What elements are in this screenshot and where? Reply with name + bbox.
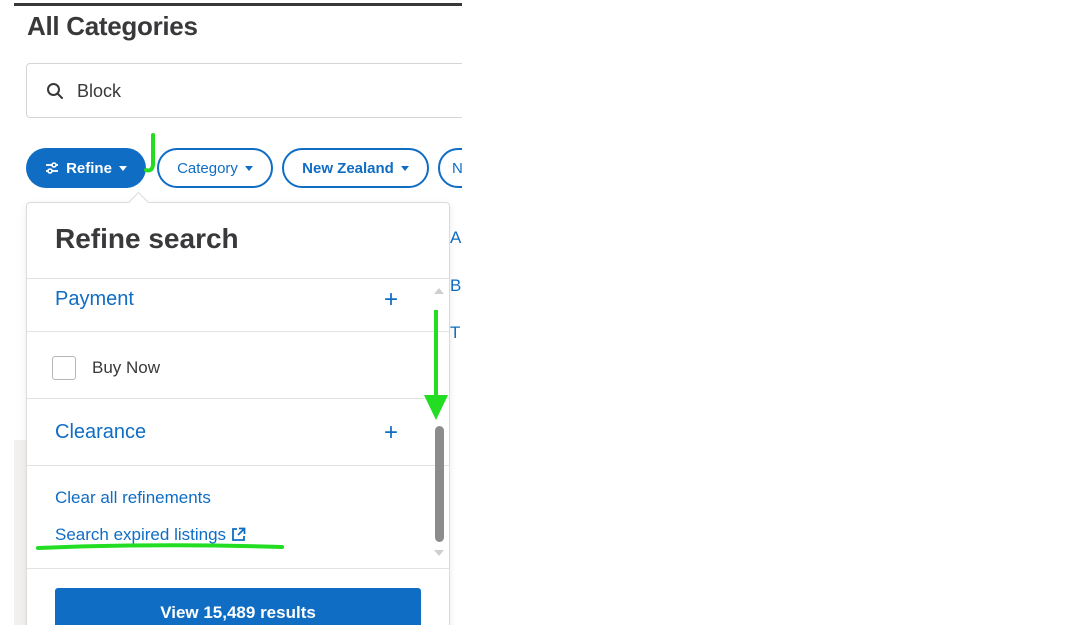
region-label: New Zealand	[302, 159, 394, 177]
screenshot-frame: All Categories Block Refine Category New	[0, 0, 1074, 625]
app-viewport: All Categories Block Refine Category New	[14, 0, 462, 625]
background-list-item[interactable]: B	[450, 276, 461, 296]
chevron-down-icon	[400, 166, 409, 171]
region-filter-button[interactable]: New Zealand	[282, 148, 429, 188]
category-filter-button[interactable]: Category	[157, 148, 273, 188]
buy-now-label[interactable]: Buy Now	[92, 358, 160, 378]
refine-panel: Refine search Payment + Buy Now Clearanc…	[26, 191, 450, 625]
page-title: All Categories	[27, 11, 198, 41]
more-filter-button[interactable]: N	[438, 148, 462, 188]
clear-all-refinements-link[interactable]: Clear all refinements	[55, 488, 211, 508]
chevron-down-icon	[118, 166, 127, 171]
payment-section-label[interactable]: Payment	[55, 288, 134, 311]
scroll-up-arrow[interactable]	[434, 288, 444, 294]
scrollbar-thumb[interactable]	[435, 426, 444, 542]
divider	[27, 568, 449, 569]
plus-icon[interactable]: +	[384, 288, 398, 312]
divider	[27, 465, 449, 466]
clearance-section-label[interactable]: Clearance	[55, 421, 146, 444]
category-label: Category	[177, 159, 238, 177]
refine-button[interactable]: Refine	[26, 148, 146, 188]
search-value: Block	[77, 81, 122, 101]
search-icon	[47, 83, 63, 99]
search-expired-listings-label: Search expired listings	[55, 525, 227, 544]
plus-icon[interactable]: +	[384, 421, 398, 445]
external-link-icon	[232, 527, 246, 541]
background-list-item[interactable]: A	[450, 228, 461, 248]
divider	[27, 278, 449, 279]
sliders-icon	[46, 162, 59, 174]
search-input[interactable]: Block	[26, 63, 462, 118]
chevron-down-icon	[244, 166, 253, 171]
search-expired-listings-link[interactable]: Search expired listings	[55, 525, 246, 545]
more-filter-label: N	[452, 159, 462, 177]
refine-panel-title: Refine search	[55, 223, 239, 254]
view-results-button[interactable]: View 15,489 results	[55, 588, 421, 625]
divider	[27, 331, 449, 332]
buy-now-checkbox[interactable]	[52, 356, 76, 380]
divider	[27, 398, 449, 399]
panel-pointer	[127, 191, 150, 214]
background-list-item[interactable]: T	[450, 323, 460, 343]
refine-label: Refine	[66, 159, 112, 177]
header-divider	[14, 3, 462, 6]
scroll-down-arrow[interactable]	[434, 550, 444, 556]
